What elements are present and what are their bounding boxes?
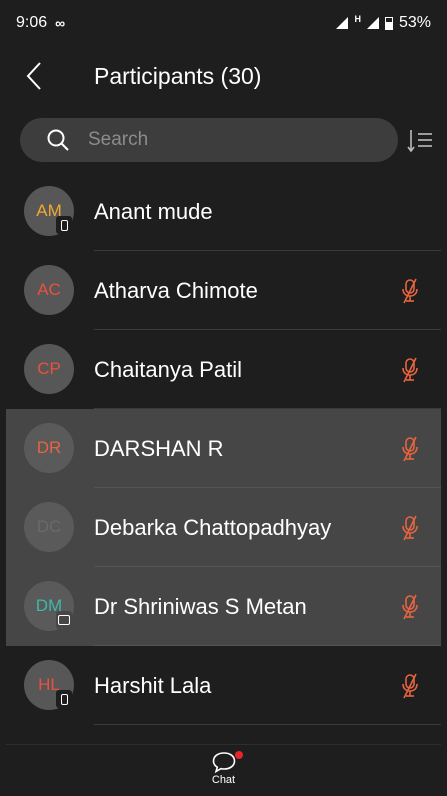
avatar-initials: CP <box>37 359 61 378</box>
participant-row[interactable]: AC Atharva Chimote <box>6 251 441 330</box>
participant-row[interactable]: DM Dr Shriniwas S Metan <box>6 567 441 646</box>
participant-list: AM Anant mude AC Atharva Chimote CP Chaitanya… <box>6 172 441 725</box>
status-time: 9:06 <box>16 14 48 31</box>
battery-level: 53% <box>398 14 431 31</box>
phone-icon <box>56 216 72 234</box>
participant-name: Harshit Lala <box>94 672 212 698</box>
chat-bubble-icon <box>212 752 235 774</box>
network-type: H <box>354 14 361 24</box>
participant-name: Atharva Chimote <box>94 277 258 303</box>
avatar: AC <box>24 265 74 315</box>
phone-icon <box>56 690 72 708</box>
participant-name: DARSHAN R <box>94 435 224 461</box>
mic-muted-icon[interactable] <box>399 515 421 541</box>
sort-button[interactable] <box>407 126 435 154</box>
sort-icon <box>407 130 432 153</box>
participant-name: Anant mude <box>94 198 213 224</box>
participant-row[interactable]: HL Harshit Lala <box>6 646 441 725</box>
participant-row[interactable]: AM Anant mude <box>6 172 441 251</box>
chat-button[interactable]: Chat <box>211 751 243 790</box>
mic-muted-icon[interactable] <box>399 357 421 383</box>
mic-muted-icon[interactable] <box>399 278 421 304</box>
signal-icon-2 <box>366 17 379 29</box>
notification-dot <box>234 751 243 759</box>
participant-row[interactable]: CP Chaitanya Patil <box>6 330 441 409</box>
app-screen: 9:06 ∞ H 53% Participants (30) Search AM… <box>6 6 441 790</box>
tablet-icon <box>56 611 72 629</box>
mic-muted-icon[interactable] <box>399 594 421 620</box>
back-button[interactable] <box>26 60 54 92</box>
battery-icon <box>384 16 393 30</box>
mic-muted-icon[interactable] <box>399 436 421 462</box>
avatar: DC <box>24 502 74 552</box>
mic-muted-icon[interactable] <box>399 673 421 699</box>
avatar: CP <box>24 344 74 394</box>
status-bar: 9:06 ∞ H 53% <box>6 6 441 40</box>
header: Participants (30) <box>6 40 441 112</box>
avatar-initials: DC <box>36 517 62 536</box>
voice-over-icon: ∞ <box>55 15 65 31</box>
participant-row[interactable]: DC Debarka Chattopadhyay <box>6 488 441 567</box>
participant-name: Dr Shriniwas S Metan <box>94 593 307 619</box>
avatar-initials: DR <box>36 438 62 457</box>
participant-name: Chaitanya Patil <box>94 356 242 382</box>
bottom-bar: Chat <box>6 744 441 790</box>
search-bar[interactable] <box>20 118 398 162</box>
back-arrow-icon <box>26 62 41 90</box>
search-icon <box>46 127 72 153</box>
participant-row[interactable]: DR DARSHAN R <box>6 409 441 488</box>
signal-icon <box>336 17 349 29</box>
avatar: DR <box>24 423 74 473</box>
participant-name: Debarka Chattopadhyay <box>94 514 332 540</box>
row-divider <box>94 724 441 725</box>
page-title: Participants (30) <box>94 63 262 89</box>
avatar-initials: AC <box>37 280 61 299</box>
chat-label: Chat <box>211 774 236 786</box>
search-input[interactable] <box>86 128 350 152</box>
